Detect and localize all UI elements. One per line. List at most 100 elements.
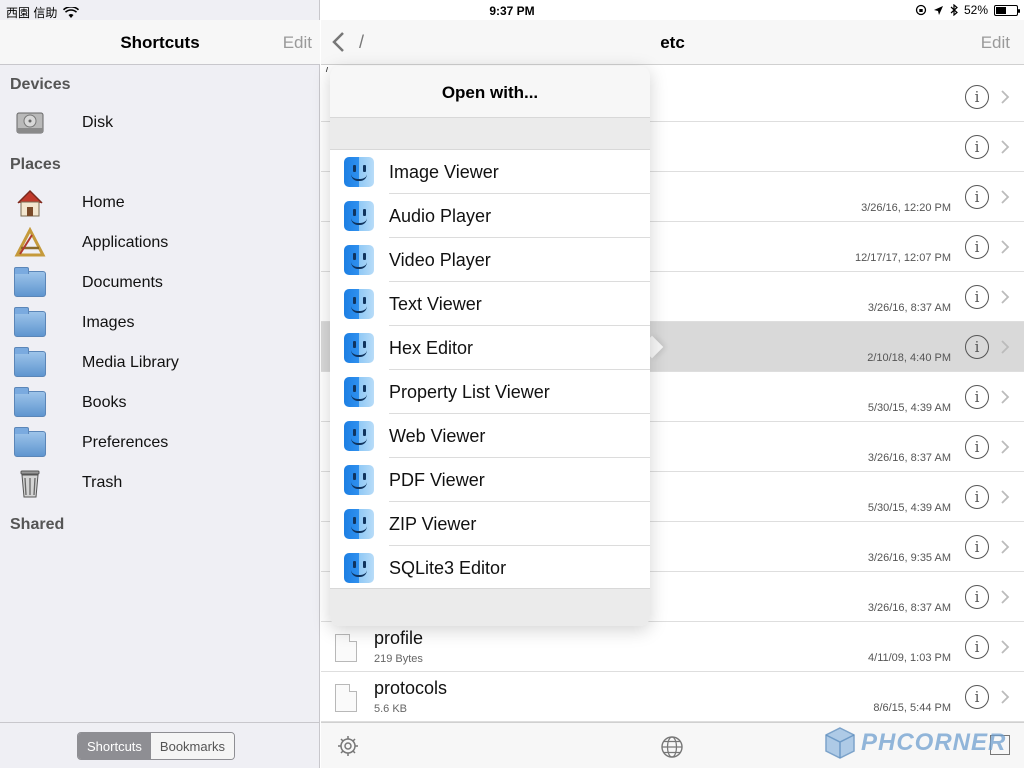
app-root: 西園 信助 9:37 PM 52% Shortcuts Edit Devices… <box>0 0 1024 768</box>
home-icon <box>14 187 48 219</box>
open-with-item[interactable]: Text Viewer <box>330 282 650 326</box>
sidebar-item-label: Disk <box>82 114 114 131</box>
open-with-item[interactable]: ZIP Viewer <box>330 502 650 546</box>
info-icon[interactable]: i <box>965 285 989 309</box>
open-with-item-label: Text Viewer <box>389 294 482 314</box>
open-with-item-label: Web Viewer <box>389 426 486 446</box>
sidebar-item-label: Images <box>82 314 135 331</box>
open-with-item[interactable]: Property List Viewer <box>330 370 650 414</box>
sidebar-item-home[interactable]: Home <box>0 183 320 223</box>
sidebar-item-media-library[interactable]: Media Library <box>0 343 320 383</box>
sidebar-item-trash[interactable]: Trash <box>0 463 320 503</box>
trash-icon <box>14 467 48 499</box>
info-icon[interactable]: i <box>965 635 989 659</box>
info-icon[interactable]: i <box>965 335 989 359</box>
section-devices: Devices <box>10 76 71 93</box>
main-edit-button[interactable]: Edit <box>981 33 1010 53</box>
battery-percent: 52% <box>963 3 988 17</box>
folder-icon <box>14 427 48 459</box>
info-icon[interactable]: i <box>965 435 989 459</box>
folder-icon <box>14 267 48 299</box>
sidebar-item-documents[interactable]: Documents <box>0 263 320 303</box>
info-icon[interactable]: i <box>965 135 989 159</box>
open-with-item[interactable]: SQLite3 Editor <box>330 546 650 590</box>
file-icon <box>335 634 357 662</box>
status-bar: 西園 信助 9:37 PM 52% <box>0 0 1024 20</box>
sidebar-item-label: Trash <box>82 474 123 491</box>
finder-app-icon <box>344 465 374 495</box>
chevron-right-icon <box>1001 490 1010 504</box>
sidebar-navbar: Shortcuts Edit <box>0 20 320 65</box>
location-icon <box>933 5 943 15</box>
file-size: 5.6 KB <box>374 703 408 715</box>
file-date: 3/26/16, 8:37 AM <box>867 602 951 614</box>
sidebar-item-label: Documents <box>82 274 163 291</box>
finder-app-icon <box>344 333 374 363</box>
chevron-right-icon <box>1001 140 1010 154</box>
file-date: 5/30/15, 4:39 AM <box>867 402 951 414</box>
status-right: 52% <box>915 3 1020 17</box>
open-with-item-label: ZIP Viewer <box>389 514 477 534</box>
folder-icon <box>14 347 48 379</box>
sidebar-item-books[interactable]: Books <box>0 383 320 423</box>
section-shared: Shared <box>10 516 65 533</box>
info-icon[interactable]: i <box>965 85 989 109</box>
popover-title: Open with... <box>441 83 539 102</box>
chevron-right-icon <box>1001 440 1010 454</box>
disk-icon <box>14 107 48 139</box>
finder-app-icon <box>344 201 374 231</box>
info-icon[interactable]: i <box>965 485 989 509</box>
finder-app-icon <box>344 289 374 319</box>
bluetooth-icon <box>950 4 958 16</box>
file-icon <box>335 684 357 712</box>
table-row[interactable]: profile 219 Bytes 4/11/09, 1:03 PM i <box>321 622 1024 672</box>
finder-app-icon <box>344 421 374 451</box>
open-with-item-label: Image Viewer <box>389 162 499 182</box>
popover-section-gap <box>330 118 650 150</box>
file-date: 2/10/18, 4:40 PM <box>867 352 951 364</box>
open-with-item-label: PDF Viewer <box>389 470 485 490</box>
chevron-right-icon <box>1001 590 1010 604</box>
gear-icon[interactable] <box>337 735 359 757</box>
open-with-item-label: Audio Player <box>389 206 492 226</box>
table-row[interactable]: protocols 5.6 KB 8/6/15, 5:44 PM i <box>321 672 1024 722</box>
chevron-right-icon <box>1001 540 1010 554</box>
chevron-right-icon <box>1001 690 1010 704</box>
sidebar-item-disk[interactable]: Disk <box>0 103 320 143</box>
file-date: 3/26/16, 8:37 AM <box>867 302 951 314</box>
info-icon[interactable]: i <box>965 685 989 709</box>
sidebar-item-preferences[interactable]: Preferences <box>0 423 320 463</box>
file-name: profile <box>374 628 424 648</box>
info-icon[interactable]: i <box>965 185 989 209</box>
file-size: 219 Bytes <box>374 653 423 665</box>
file-date: 3/26/16, 8:37 AM <box>867 452 951 464</box>
file-date: 12/17/17, 12:07 PM <box>854 252 951 264</box>
open-with-item-label: Property List Viewer <box>389 382 550 402</box>
sidebar-item-images[interactable]: Images <box>0 303 320 343</box>
chevron-right-icon <box>1001 390 1010 404</box>
file-date: 8/6/15, 5:44 PM <box>873 702 951 714</box>
open-with-item[interactable]: Hex Editor <box>330 326 650 370</box>
sidebar-item-applications[interactable]: Applications <box>0 223 320 263</box>
chevron-right-icon <box>1001 90 1010 104</box>
info-icon[interactable]: i <box>965 585 989 609</box>
file-date: 3/26/16, 9:35 AM <box>867 552 951 564</box>
sidebar-edit-button[interactable]: Edit <box>283 33 312 53</box>
open-with-item[interactable]: Web Viewer <box>330 414 650 458</box>
open-with-item[interactable]: Video Player <box>330 238 650 282</box>
main-navbar: / etc Edit <box>321 20 1024 65</box>
info-icon[interactable]: i <box>965 535 989 559</box>
file-date: 3/26/16, 12:20 PM <box>861 202 951 214</box>
open-with-item[interactable]: Audio Player <box>330 194 650 238</box>
chevron-right-icon <box>1001 640 1010 654</box>
info-icon[interactable]: i <box>965 385 989 409</box>
open-with-item[interactable]: PDF Viewer <box>330 458 650 502</box>
segment-bookmarks[interactable]: Bookmarks <box>150 733 234 759</box>
globe-icon[interactable] <box>660 735 684 759</box>
watermark-text: PHCORNER <box>861 729 1007 756</box>
sidebar-item-label: Applications <box>82 234 169 251</box>
info-icon[interactable]: i <box>965 235 989 259</box>
open-with-item[interactable]: Image Viewer <box>330 150 650 194</box>
section-places: Places <box>10 156 61 173</box>
segment-shortcuts[interactable]: Shortcuts <box>78 733 151 759</box>
